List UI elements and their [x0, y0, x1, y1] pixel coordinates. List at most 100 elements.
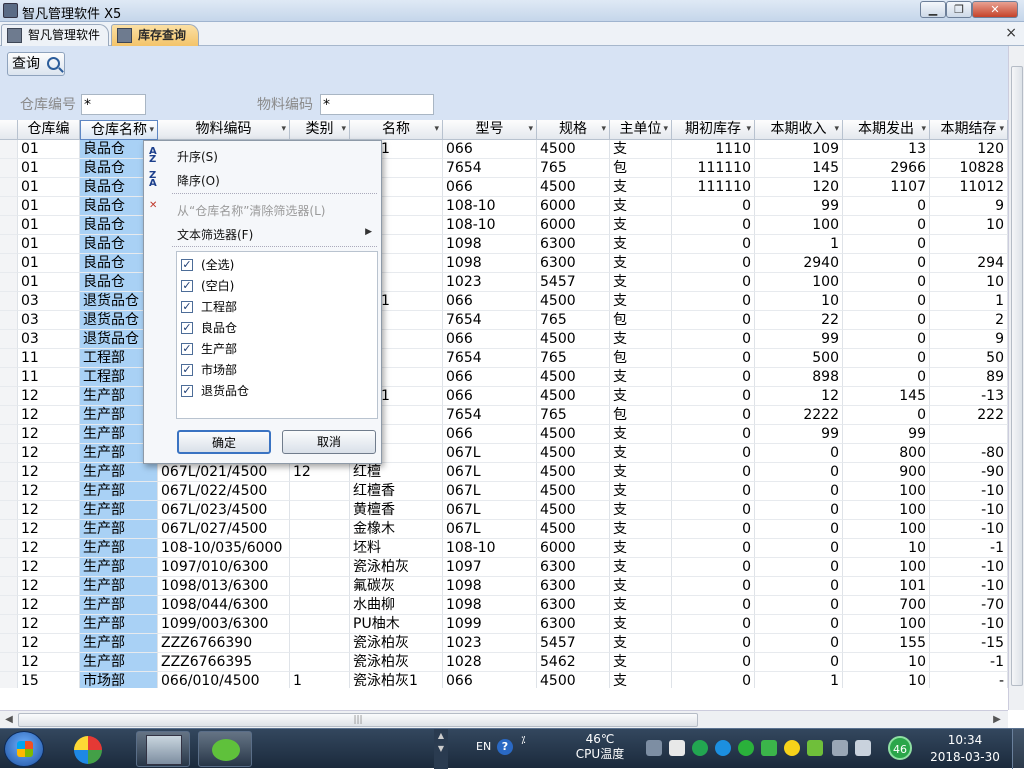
filter-dropdown-icon[interactable]: ▾: [999, 120, 1004, 139]
table-cell[interactable]: ZZZ6766395: [158, 653, 290, 672]
column-header[interactable]: 物料编码 ▾: [158, 120, 290, 140]
table-cell[interactable]: -10: [930, 482, 1008, 501]
table-cell[interactable]: 0: [672, 482, 755, 501]
row-indicator[interactable]: [0, 501, 18, 520]
table-cell[interactable]: 支: [610, 577, 672, 596]
table-cell[interactable]: 支: [610, 634, 672, 653]
table-cell[interactable]: 0: [843, 406, 930, 425]
table-cell[interactable]: -1: [930, 539, 1008, 558]
column-header[interactable]: 型号 ▾: [443, 120, 537, 140]
table-cell[interactable]: 支: [610, 596, 672, 615]
table-row[interactable]: 12 生产部 ZZZ6766395 瓷泳柏灰 1028 5462 支 0 0 10 -1: [0, 653, 1008, 672]
table-cell[interactable]: 067L: [443, 501, 537, 520]
table-cell[interactable]: 10: [930, 216, 1008, 235]
row-indicator[interactable]: [0, 387, 18, 406]
row-indicator[interactable]: [0, 634, 18, 653]
table-cell[interactable]: 111110: [672, 159, 755, 178]
row-indicator[interactable]: [0, 254, 18, 273]
table-cell[interactable]: 4500: [537, 140, 610, 159]
table-cell[interactable]: 066/010/4500: [158, 672, 290, 688]
table-cell[interactable]: 1: [755, 672, 843, 688]
table-cell[interactable]: [290, 615, 350, 634]
table-cell[interactable]: 瓷泳柏灰: [350, 634, 443, 653]
table-cell[interactable]: 支: [610, 254, 672, 273]
table-cell[interactable]: 01: [18, 197, 80, 216]
table-cell[interactable]: 支: [610, 197, 672, 216]
table-cell[interactable]: 1097: [443, 558, 537, 577]
table-cell[interactable]: 10: [843, 653, 930, 672]
table-cell[interactable]: 4500: [537, 178, 610, 197]
row-indicator[interactable]: [0, 235, 18, 254]
row-indicator[interactable]: [0, 520, 18, 539]
table-cell[interactable]: 2940: [755, 254, 843, 273]
row-indicator[interactable]: [0, 406, 18, 425]
table-cell[interactable]: [290, 653, 350, 672]
table-cell[interactable]: [930, 425, 1008, 444]
row-indicator[interactable]: [0, 368, 18, 387]
start-button[interactable]: [4, 731, 44, 767]
table-cell[interactable]: 7654: [443, 406, 537, 425]
table-cell[interactable]: 0: [843, 311, 930, 330]
clock[interactable]: 10:34 2018-03-30: [928, 732, 1002, 766]
checkbox[interactable]: ✓: [181, 385, 193, 397]
table-cell[interactable]: 1098: [443, 254, 537, 273]
table-cell[interactable]: 0: [672, 558, 755, 577]
table-cell[interactable]: 1099/003/6300: [158, 615, 290, 634]
table-cell[interactable]: 067L: [443, 463, 537, 482]
table-cell[interactable]: 生产部: [80, 596, 158, 615]
table-cell[interactable]: 12: [18, 539, 80, 558]
filter-dropdown-icon[interactable]: ▾: [528, 120, 533, 139]
table-cell[interactable]: 0: [843, 273, 930, 292]
table-cell[interactable]: 100: [843, 501, 930, 520]
table-cell[interactable]: 10: [843, 672, 930, 688]
table-cell[interactable]: 6300: [537, 254, 610, 273]
table-cell[interactable]: 1: [290, 672, 350, 688]
table-cell[interactable]: 1023: [443, 634, 537, 653]
table-row[interactable]: 12 生产部 108-10/035/6000 坯料 108-10 6000 支 0 0 10 -1: [0, 539, 1008, 558]
table-cell[interactable]: 7654: [443, 349, 537, 368]
wechat-button[interactable]: [198, 731, 252, 767]
checkbox[interactable]: ✓: [181, 322, 193, 334]
row-indicator[interactable]: [0, 444, 18, 463]
table-cell[interactable]: 7654: [443, 311, 537, 330]
table-cell[interactable]: 生产部: [80, 634, 158, 653]
row-indicator[interactable]: [0, 672, 18, 688]
table-cell[interactable]: [290, 501, 350, 520]
volume-icon[interactable]: [855, 740, 871, 756]
table-cell[interactable]: 5457: [537, 273, 610, 292]
table-cell[interactable]: 支: [610, 178, 672, 197]
filter-dropdown-icon[interactable]: ▾: [434, 120, 439, 139]
table-cell[interactable]: 红檀香: [350, 482, 443, 501]
table-cell[interactable]: 9: [930, 197, 1008, 216]
row-indicator[interactable]: [0, 615, 18, 634]
table-cell[interactable]: 9: [930, 330, 1008, 349]
table-cell[interactable]: 066: [443, 425, 537, 444]
table-cell[interactable]: 1098: [443, 577, 537, 596]
table-cell[interactable]: 01: [18, 140, 80, 159]
table-cell[interactable]: -13: [930, 387, 1008, 406]
table-cell[interactable]: 12: [18, 577, 80, 596]
filter-option[interactable]: ✓ 良品仓: [181, 319, 237, 337]
table-cell[interactable]: 0: [672, 197, 755, 216]
table-cell[interactable]: 12: [18, 501, 80, 520]
table-row[interactable]: 12 生产部 ZZZ6766390 瓷泳柏灰 1023 5457 支 0 0 155 -15: [0, 634, 1008, 653]
table-cell[interactable]: 6300: [537, 558, 610, 577]
table-cell[interactable]: 066: [443, 387, 537, 406]
table-cell[interactable]: 12: [18, 406, 80, 425]
table-cell[interactable]: -10: [930, 577, 1008, 596]
taskbar-app-button[interactable]: [136, 731, 190, 767]
text-filter-item[interactable]: 文本筛选器(F): [177, 226, 253, 243]
table-cell[interactable]: 0: [755, 520, 843, 539]
table-cell[interactable]: 1098/013/6300: [158, 577, 290, 596]
vertical-scrollbar[interactable]: [1008, 46, 1024, 710]
table-cell[interactable]: 6000: [537, 539, 610, 558]
filter-option[interactable]: ✓ 生产部: [181, 340, 237, 358]
table-cell[interactable]: 109: [755, 140, 843, 159]
table-cell[interactable]: 765: [537, 159, 610, 178]
show-desktop-button[interactable]: [1012, 729, 1024, 769]
table-cell[interactable]: 金橡木: [350, 520, 443, 539]
table-cell[interactable]: 15: [18, 672, 80, 688]
table-cell[interactable]: 067L/027/4500: [158, 520, 290, 539]
table-cell[interactable]: 0: [843, 216, 930, 235]
table-cell[interactable]: 0: [672, 273, 755, 292]
